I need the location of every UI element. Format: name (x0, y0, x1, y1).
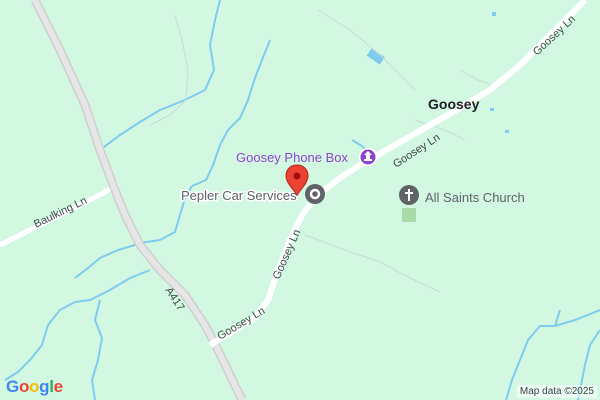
church-grounds (402, 208, 416, 222)
stream (554, 309, 561, 327)
road-label-goosey-ln-2: Goosey Ln (271, 228, 304, 281)
pond (505, 130, 509, 133)
map-base: Baulking Ln A417 Goosey Ln Goosey Ln Goo… (0, 0, 600, 400)
map-canvas[interactable]: Baulking Ln A417 Goosey Ln Goosey Ln Goo… (0, 0, 600, 400)
logo-letter: e (53, 377, 63, 396)
track (149, 14, 189, 126)
stream (90, 299, 104, 400)
stream (99, 0, 221, 151)
poi-all-saints-church[interactable]: All Saints Church (399, 185, 525, 205)
cross-vertical (408, 189, 410, 201)
road-label-goosey-ln-3: Goosey Ln (391, 131, 442, 170)
logo-letter: G (6, 377, 19, 396)
poi-label-car-services: Pepler Car Services (181, 188, 297, 203)
pond (490, 108, 494, 111)
stream (74, 243, 139, 279)
logo-letter: g (39, 377, 50, 396)
poi-goosey-phone-box[interactable]: Goosey Phone Box (236, 148, 377, 166)
stream (4, 324, 49, 381)
map-attribution[interactable]: Map data ©2025 (516, 385, 597, 398)
road-label-goosey-ln-4: Goosey Ln (531, 13, 578, 58)
poi-label-phone-box: Goosey Phone Box (236, 150, 349, 165)
stream (47, 269, 151, 326)
cross-horizontal (405, 192, 413, 194)
road-label-baulking-ln: Baulking Ln (32, 195, 89, 231)
google-logo: Google (6, 377, 63, 397)
road-label-goosey-ln-1: Goosey Ln (215, 305, 267, 343)
poi-label-church: All Saints Church (425, 190, 525, 205)
logo-letter: o (18, 377, 30, 396)
track (304, 234, 441, 293)
pond (492, 12, 496, 16)
place-label-goosey: Goosey (428, 96, 480, 112)
map-pin-dot (293, 172, 301, 180)
car-service-icon (305, 184, 325, 204)
track (317, 9, 416, 91)
logo-letter: o (29, 377, 40, 396)
